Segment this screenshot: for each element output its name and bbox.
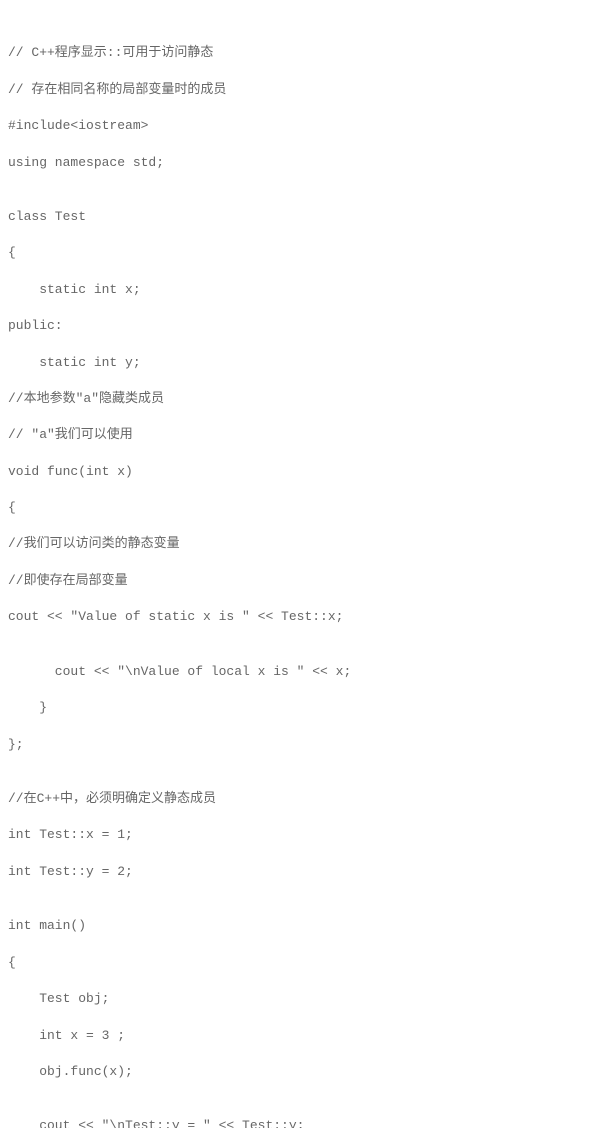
code-line: cout << "\nValue of local x is " << x; [8,663,600,681]
code-line: int Test::x = 1; [8,826,600,844]
code-line: //在C++中，必须明确定义静态成员 [8,790,600,808]
code-line: int main() [8,917,600,935]
code-line: { [8,244,600,262]
code-line: //即使存在局部变量 [8,572,600,590]
code-line: static int x; [8,281,600,299]
code-line: } [8,699,600,717]
code-line: class Test [8,208,600,226]
code-line: obj.func(x); [8,1063,600,1081]
code-line: public: [8,317,600,335]
code-line: static int y; [8,354,600,372]
code-line: Test obj; [8,990,600,1008]
code-line: { [8,954,600,972]
code-line: //本地参数"a"隐藏类成员 [8,390,600,408]
code-line: //我们可以访问类的静态变量 [8,535,600,553]
code-line: }; [8,736,600,754]
code-line: int Test::y = 2; [8,863,600,881]
code-line: #include<iostream> [8,117,600,135]
code-line: { [8,499,600,517]
code-line: cout << "\nTest::y = " << Test::y; [8,1117,600,1128]
code-block: // C++程序显示::可用于访问静态 // 存在相同名称的局部变量时的成员 #… [8,26,600,1128]
code-line: // "a"我们可以使用 [8,426,600,444]
code-line: cout << "Value of static x is " << Test:… [8,608,600,626]
code-line: using namespace std; [8,154,600,172]
code-line: // 存在相同名称的局部变量时的成员 [8,81,600,99]
code-line: int x = 3 ; [8,1027,600,1045]
code-line: void func(int x) [8,463,600,481]
code-line: // C++程序显示::可用于访问静态 [8,44,600,62]
